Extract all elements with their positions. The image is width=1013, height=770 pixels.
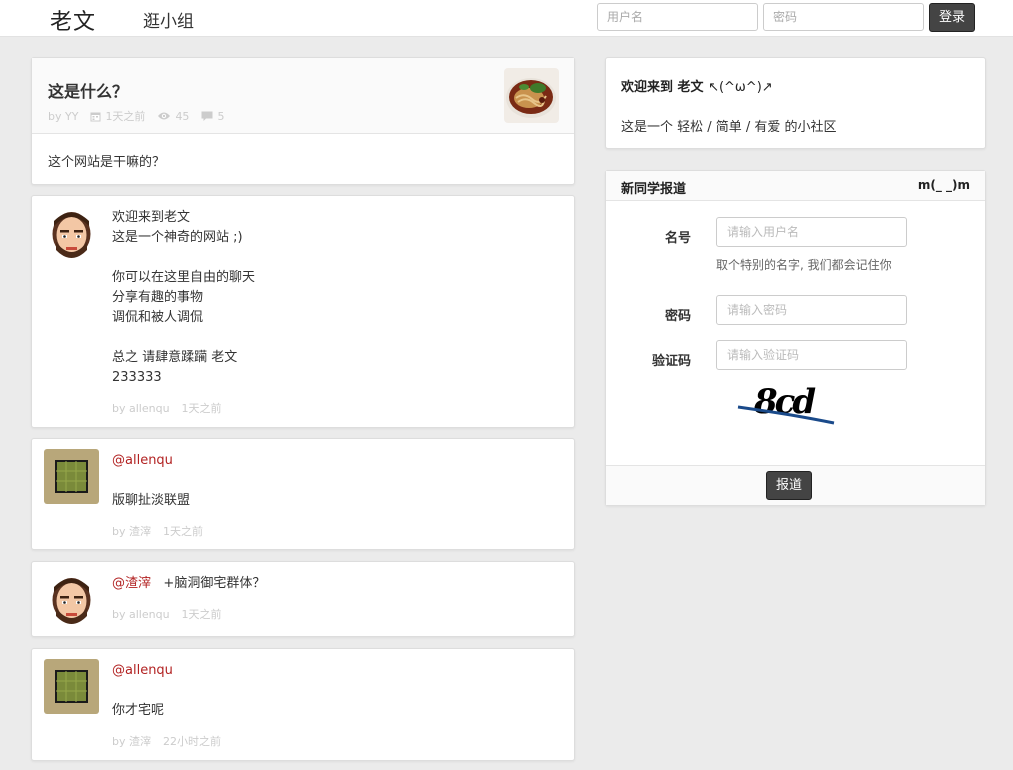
reply-line: 总之 请肆意蹂躏 老文	[112, 350, 238, 365]
avatar[interactable]	[44, 449, 99, 504]
post-body: 这个网站是干嘛的？	[48, 155, 166, 170]
reply-line: 欢迎来到老文	[112, 210, 191, 225]
reply-time: 1天之前	[181, 402, 222, 415]
captcha-graphic: 8cd	[737, 382, 835, 425]
bearded-face-avatar-icon	[44, 206, 99, 261]
reply-author[interactable]: by allenqu	[112, 608, 170, 621]
post-title: 这是什么？	[48, 82, 129, 101]
reply-content: @渣滓 +脑洞御宅群体？	[112, 574, 265, 594]
avatar[interactable]	[44, 206, 99, 261]
captcha-label: 验证码	[651, 354, 691, 369]
welcome-title: 欢迎来到 老文 ↖(^ω^)↗	[621, 76, 773, 95]
welcome-card: 欢迎来到 老文 ↖(^ω^)↗ 这是一个 轻松 / 简单 / 有爱 的小社区	[605, 57, 986, 149]
post-meta: by YY 1天之前 45 5	[48, 108, 236, 124]
post-card: 这是什么？ by YY 1天之前 45 5 这个网站是干嘛的？	[31, 57, 575, 185]
reply-line: 分享有趣的事物	[112, 290, 204, 305]
captcha-input[interactable]: 请输入验证码	[716, 340, 907, 370]
post-thumbnail[interactable]	[504, 68, 559, 123]
reply-time: 1天之前	[181, 608, 222, 621]
eye-icon	[158, 112, 171, 120]
reply-line: @渣滓 +脑洞御宅群体？	[112, 574, 265, 594]
login-button[interactable]: 登录	[929, 3, 975, 32]
reply-author[interactable]: by 渣滓	[112, 525, 151, 538]
site-logo[interactable]: 老文	[50, 4, 96, 36]
name-label: 名号	[664, 231, 691, 246]
reply-meta: by allenqu 1天之前	[112, 400, 234, 416]
reply-meta: by 渣滓 22小时之前	[112, 733, 233, 749]
welcome-title-text: 欢迎来到 老文	[621, 80, 704, 95]
noodle-bowl-image	[504, 68, 559, 123]
password-input[interactable]: 密码	[763, 3, 924, 31]
reply-card: 欢迎来到老文 这是一个神奇的网站 ;) 你可以在这里自由的聊天 分享有趣的事物 …	[31, 195, 575, 428]
avatar[interactable]	[44, 572, 99, 627]
mention-link[interactable]: @allenqu	[112, 451, 190, 471]
reply-content: @allenqu 你才宅呢	[112, 661, 173, 721]
name-hint: 取个特别的名字, 我们都会记住你	[716, 258, 892, 272]
reply-line: 调侃和被人调侃	[112, 310, 204, 325]
comment-icon	[201, 111, 213, 121]
reply-author[interactable]: by 渣滓	[112, 735, 151, 748]
reply-content: 欢迎来到老文 这是一个神奇的网站 ;) 你可以在这里自由的聊天 分享有趣的事物 …	[112, 208, 255, 388]
reply-meta: by 渣滓 1天之前	[112, 523, 215, 539]
captcha-image[interactable]: 8cd	[736, 381, 836, 426]
username-input[interactable]: 用户名	[597, 3, 758, 31]
register-card: 新同学报道 m(_ _)m 名号 请输入用户名 取个特别的名字, 我们都会记住你…	[605, 170, 986, 506]
register-footer: 报道	[606, 465, 985, 505]
register-title: 新同学报道	[621, 182, 687, 197]
password-label: 密码	[664, 309, 691, 324]
reply-content: @allenqu 版聊扯淡联盟	[112, 451, 190, 511]
register-header: 新同学报道 m(_ _)m	[606, 171, 985, 201]
reply-text: +脑洞御宅群体？	[163, 576, 266, 591]
register-password-input[interactable]: 请输入密码	[716, 295, 907, 325]
welcome-kaomoji: ↖(^ω^)↗	[708, 80, 773, 95]
bearded-face-avatar-icon	[44, 572, 99, 627]
welcome-text: 这是一个 轻松 / 简单 / 有爱 的小社区	[621, 120, 837, 135]
reply-author[interactable]: by allenqu	[112, 402, 170, 415]
post-comments: 5	[217, 109, 225, 123]
square-avatar-icon	[44, 449, 99, 504]
reply-card: @渣滓 +脑洞御宅群体？ by allenqu 1天之前	[31, 561, 575, 637]
post-views: 45	[175, 109, 190, 123]
reply-line	[112, 471, 190, 491]
register-username-input[interactable]: 请输入用户名	[716, 217, 907, 247]
reply-line: 你才宅呢	[112, 703, 165, 718]
calendar-icon	[90, 112, 101, 121]
mention-link[interactable]: @allenqu	[112, 661, 173, 681]
register-submit-button[interactable]: 报道	[766, 471, 812, 500]
register-kaomoji: m(_ _)m	[917, 178, 970, 192]
reply-line: 233333	[112, 370, 162, 385]
post-header: 这是什么？ by YY 1天之前 45 5	[32, 58, 574, 134]
square-avatar-icon	[44, 659, 99, 714]
reply-line: 这是一个神奇的网站 ;)	[112, 230, 243, 245]
reply-time: 22小时之前	[163, 735, 221, 748]
top-navbar: 老文 逛小组 用户名 密码 登录	[0, 0, 1013, 37]
post-author[interactable]: by YY	[48, 110, 78, 123]
reply-line	[112, 328, 255, 348]
post-views-group: 45	[157, 110, 189, 123]
reply-line	[112, 681, 173, 701]
reply-meta: by allenqu 1天之前	[112, 606, 234, 622]
reply-time: 1天之前	[163, 525, 203, 538]
reply-line: 版聊扯淡联盟	[112, 493, 191, 508]
mention-link[interactable]: @渣滓	[112, 576, 151, 591]
reply-card: @allenqu 你才宅呢 by 渣滓 22小时之前	[31, 648, 575, 761]
reply-line	[112, 248, 255, 268]
reply-card: @allenqu 版聊扯淡联盟 by 渣滓 1天之前	[31, 438, 575, 550]
post-comments-group: 5	[201, 110, 224, 123]
post-time: 1天之前	[105, 110, 146, 123]
avatar[interactable]	[44, 659, 99, 714]
captcha-text: 8cd	[753, 382, 816, 422]
post-time-group: 1天之前	[90, 108, 145, 124]
reply-line: 你可以在这里自由的聊天	[112, 270, 256, 285]
nav-groups-link[interactable]: 逛小组	[143, 7, 194, 32]
